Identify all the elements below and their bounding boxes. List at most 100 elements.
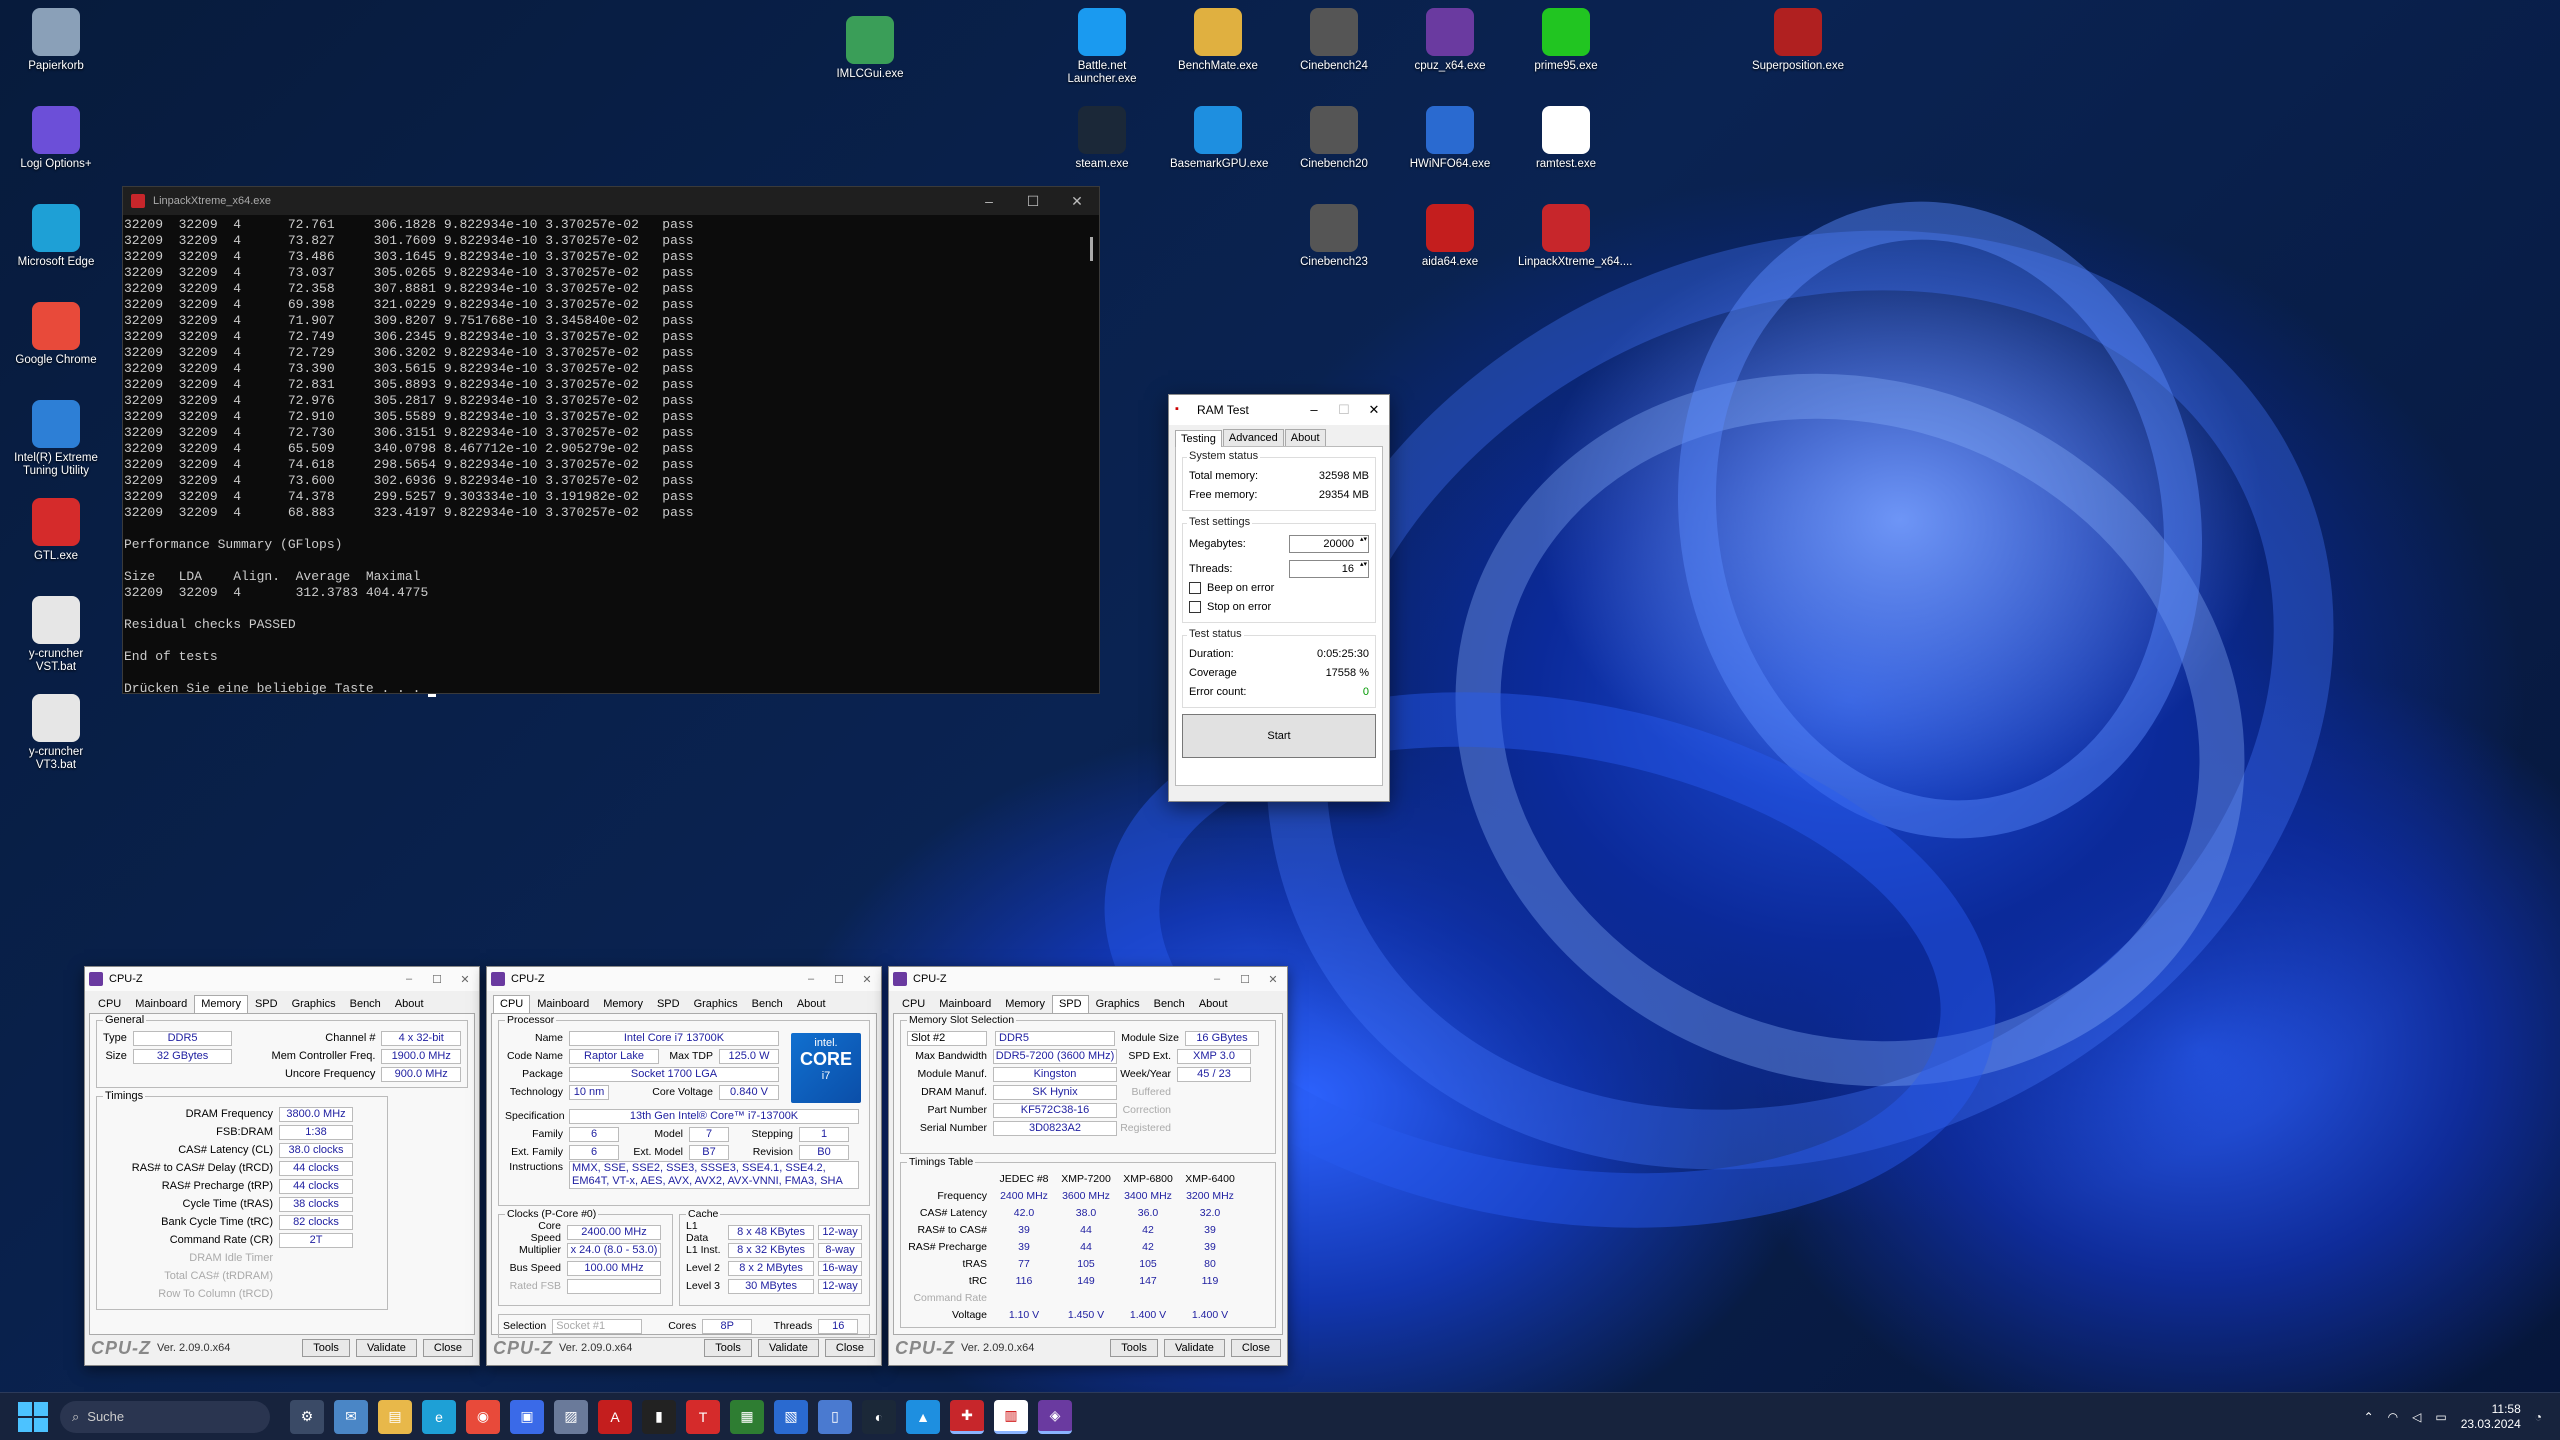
close-button[interactable]: Close (1230, 1339, 1281, 1357)
wifi-icon[interactable]: ◠ (2388, 1410, 2398, 1424)
tab-cpu[interactable]: CPU (493, 995, 531, 1013)
desktop-shortcut[interactable]: y-cruncher VST.bat (8, 596, 104, 674)
ramtest-icon[interactable]: ▥ (994, 1399, 1028, 1434)
tab-memory[interactable]: Memory (194, 995, 248, 1013)
cpuz-titlebar[interactable]: CPU-Z – ☐ ✕ (889, 967, 1287, 991)
close-icon[interactable]: ✕ (1055, 193, 1099, 210)
tab-bench[interactable]: Bench (343, 995, 388, 1013)
start-button[interactable]: Start (1182, 714, 1376, 758)
maximize-icon[interactable]: ☐ (1231, 973, 1259, 986)
desktop-shortcut[interactable]: cpuz_x64.exe (1402, 8, 1498, 73)
settings-gear-icon[interactable]: ⚙ (290, 1399, 324, 1434)
steam-icon[interactable]: ◐ (862, 1399, 896, 1434)
store-icon[interactable]: ▣ (510, 1399, 544, 1434)
maximize-icon[interactable]: ☐ (1011, 193, 1055, 210)
validate-button[interactable]: Validate (355, 1339, 417, 1357)
document-icon[interactable]: ▯ (818, 1399, 852, 1434)
desktop-shortcut[interactable]: IMLCGui.exe (822, 16, 918, 81)
cpuz-memory-window[interactable]: CPU-Z – ☐ ✕ CPU Mainboard Memory SPD Graphics B… (84, 966, 480, 1366)
close-icon[interactable]: ✕ (853, 973, 881, 986)
tab-advanced[interactable]: Advanced (1222, 429, 1284, 446)
minimize-icon[interactable]: – (1299, 402, 1329, 418)
ramtest-window[interactable]: ▪ RAM Test – ☐ ✕ Testing Advanced About … (1168, 394, 1390, 802)
tab-testing[interactable]: Testing (1175, 430, 1222, 447)
desktop-shortcut[interactable]: Papierkorb (8, 8, 104, 73)
tab-bench[interactable]: Bench (1147, 995, 1192, 1013)
tab-about[interactable]: About (1192, 995, 1235, 1013)
desktop-shortcut[interactable]: Cinebench23 (1286, 204, 1382, 269)
desktop-shortcut[interactable]: ramtest.exe (1518, 106, 1614, 171)
desktop-shortcut[interactable]: y-cruncher VT3.bat (8, 694, 104, 772)
desktop-shortcut[interactable]: Google Chrome (8, 302, 104, 367)
gtl-icon[interactable]: T (686, 1399, 720, 1434)
tab-memory[interactable]: Memory (998, 995, 1052, 1013)
tab-spd[interactable]: SPD (650, 995, 687, 1013)
megabytes-stepper[interactable]: 20000 (1289, 534, 1369, 553)
close-button[interactable]: Close (824, 1339, 875, 1357)
tab-about[interactable]: About (790, 995, 833, 1013)
tab-about[interactable]: About (388, 995, 431, 1013)
taskbar-search[interactable]: ⌕ Suche (60, 1400, 270, 1433)
cpuz-spd-window[interactable]: CPU-Z – ☐ ✕ CPU Mainboard Memory SPD Graphics B… (888, 966, 1288, 1366)
photos-icon[interactable]: ▨ (554, 1399, 588, 1434)
stop-on-error-checkbox[interactable]: Stop on error (1189, 597, 1369, 616)
minimize-icon[interactable]: – (395, 973, 423, 986)
threads-stepper[interactable]: 16 (1289, 559, 1369, 578)
tab-mainboard[interactable]: Mainboard (932, 995, 998, 1013)
notification-bell-icon[interactable]: ◔ (2535, 1410, 2542, 1424)
hwinfo-icon[interactable]: ▧ (774, 1399, 808, 1434)
volume-icon[interactable]: ◁ (2412, 1410, 2421, 1424)
desktop-shortcut[interactable]: aida64.exe (1402, 204, 1498, 269)
tab-mainboard[interactable]: Mainboard (530, 995, 596, 1013)
tools-button[interactable]: Tools (1110, 1339, 1158, 1357)
desktop-shortcut[interactable]: steam.exe (1054, 106, 1150, 171)
socket-select[interactable]: Socket #1 (552, 1318, 643, 1334)
linpack-icon[interactable]: ✚ (950, 1399, 984, 1434)
desktop-shortcut[interactable]: prime95.exe (1518, 8, 1614, 73)
battery-icon[interactable]: ▭ (2435, 1410, 2446, 1424)
tab-mainboard[interactable]: Mainboard (128, 995, 194, 1013)
cpuz-cpu-window[interactable]: CPU-Z – ☐ ✕ CPU Mainboard Memory SPD Graphics B… (486, 966, 882, 1366)
desktop-shortcut[interactable]: Microsoft Edge (8, 204, 104, 269)
tab-spd[interactable]: SPD (1051, 995, 1089, 1013)
basemark-icon[interactable]: ▲ (906, 1399, 940, 1434)
tab-cpu[interactable]: CPU (91, 995, 128, 1013)
chevron-up-icon[interactable]: ⌃ (2364, 1410, 2374, 1424)
maximize-icon[interactable]: ☐ (1329, 402, 1359, 418)
cpuz-icon[interactable]: ◈ (1038, 1399, 1072, 1434)
tools-button[interactable]: Tools (302, 1339, 350, 1357)
desktop-shortcut[interactable]: Cinebench24 (1286, 8, 1382, 73)
tab-about[interactable]: About (1284, 429, 1326, 446)
close-button[interactable]: Close (422, 1339, 473, 1357)
slot-select[interactable]: Slot #2 (907, 1030, 987, 1046)
tab-cpu[interactable]: CPU (895, 995, 932, 1013)
close-icon[interactable]: ✕ (1259, 973, 1287, 986)
desktop-shortcut[interactable]: BasemarkGPU.exe (1170, 106, 1268, 171)
close-icon[interactable]: ✕ (451, 973, 479, 986)
validate-button[interactable]: Validate (757, 1339, 819, 1357)
tab-bench[interactable]: Bench (745, 995, 790, 1013)
beep-on-error-checkbox[interactable]: Beep on error (1189, 578, 1369, 597)
desktop-shortcut[interactable]: Logi Options+ (8, 106, 104, 171)
desktop-shortcut[interactable]: HWiNFO64.exe (1402, 106, 1498, 171)
close-icon[interactable]: ✕ (1359, 402, 1389, 418)
minimize-icon[interactable]: – (797, 973, 825, 986)
aida64-icon[interactable]: A (598, 1399, 632, 1434)
ramtest-titlebar[interactable]: ▪ RAM Test – ☐ ✕ (1169, 395, 1389, 425)
desktop-shortcut[interactable]: BenchMate.exe (1170, 8, 1266, 73)
chrome-icon[interactable]: ◉ (466, 1399, 500, 1434)
maximize-icon[interactable]: ☐ (423, 973, 451, 986)
desktop-shortcut[interactable]: GTL.exe (8, 498, 104, 563)
desktop-shortcut[interactable]: Superposition.exe (1750, 8, 1846, 73)
edge-icon[interactable]: e (422, 1399, 456, 1434)
desktop-shortcut[interactable]: Cinebench20 (1286, 106, 1382, 171)
mail-icon[interactable]: ✉ (334, 1399, 368, 1434)
linpack-console-window[interactable]: LinpackXtreme_x64.exe – ☐ ✕ 32209 32209 … (122, 186, 1100, 697)
tools-button[interactable]: Tools (704, 1339, 752, 1357)
desktop-shortcut[interactable]: Intel(R) Extreme Tuning Utility (8, 400, 104, 478)
notepad-icon[interactable]: ▦ (730, 1399, 764, 1434)
minimize-icon[interactable]: – (967, 193, 1011, 210)
validate-button[interactable]: Validate (1163, 1339, 1225, 1357)
terminal-icon[interactable]: ▮ (642, 1399, 676, 1434)
cpuz-titlebar[interactable]: CPU-Z – ☐ ✕ (487, 967, 881, 991)
